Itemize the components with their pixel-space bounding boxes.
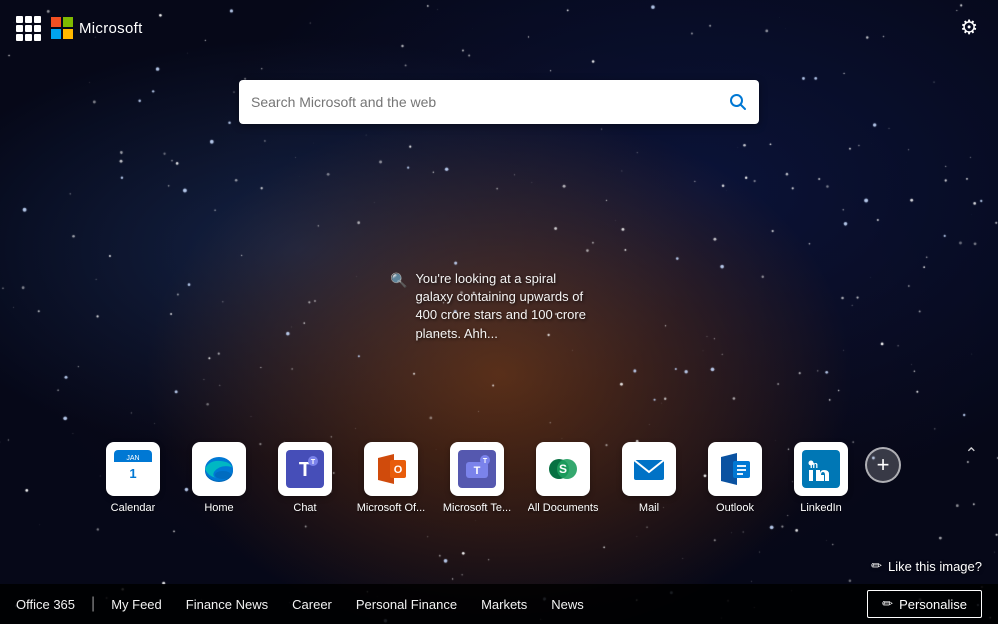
app-item-chat[interactable]: T T Chat [269, 442, 341, 514]
app-icon-home [192, 442, 246, 496]
sharepoint-svg-icon: S [544, 450, 582, 488]
svg-text:T: T [474, 465, 481, 477]
app-icon-msoffice: O [364, 442, 418, 496]
app-label-linkedin: LinkedIn [800, 502, 842, 514]
app-item-calendar[interactable]: 1 JAN Calendar [97, 442, 169, 514]
msteams-svg-icon: T T [458, 450, 496, 488]
app-icon-calendar: 1 JAN [106, 442, 160, 496]
ms-squares-icon [51, 17, 73, 39]
microsoft-label: Microsoft [79, 20, 143, 37]
settings-button[interactable]: ⚙ [956, 14, 982, 42]
footer-link-news[interactable]: News [539, 597, 596, 612]
microsoft-logo[interactable]: Microsoft [51, 17, 143, 39]
svg-text:T: T [483, 458, 488, 465]
app-icon-outlook [708, 442, 762, 496]
app-icon-chat: T T [278, 442, 332, 496]
app-label-mail: Mail [639, 502, 659, 514]
search-container [239, 80, 759, 124]
waffle-menu[interactable] [16, 16, 41, 41]
linkedin-svg-icon: in [802, 450, 840, 488]
footer-bar: Office 365 | My Feed Finance News Career… [0, 584, 998, 624]
footer-link-financenews[interactable]: Finance News [174, 597, 280, 612]
app-item-linkedin[interactable]: in LinkedIn [785, 442, 857, 514]
app-item-mail[interactable]: Mail [613, 442, 685, 514]
image-info-icon: 🔍 [390, 272, 407, 289]
app-icon-mail [622, 442, 676, 496]
search-input[interactable] [251, 94, 729, 110]
svg-text:S: S [559, 462, 567, 476]
pencil-icon-footer: ✏ [882, 596, 893, 612]
image-info-text: You're looking at a spiral galaxy contai… [415, 270, 590, 343]
footer-link-office365[interactable]: Office 365 [16, 597, 87, 612]
like-image-text: Like this image? [888, 559, 982, 574]
svg-text:O: O [394, 464, 403, 476]
collapse-button[interactable]: ⌃ [965, 444, 978, 464]
add-app-button[interactable]: + [865, 447, 901, 483]
app-icon-linkedin: in [794, 442, 848, 496]
svg-text:JAN: JAN [126, 455, 139, 462]
search-button[interactable] [729, 93, 747, 111]
footer-link-personalfinance[interactable]: Personal Finance [344, 597, 469, 612]
edge-svg-icon [200, 450, 238, 488]
pencil-icon: ✏ [871, 558, 882, 574]
app-item-home[interactable]: Home [183, 442, 255, 514]
msoffice-svg-icon: O [372, 450, 410, 488]
app-label-msteams: Microsoft Te... [443, 502, 511, 514]
footer-link-career[interactable]: Career [280, 597, 344, 612]
svg-text:T: T [311, 459, 316, 466]
app-icon-msteams: T T [450, 442, 504, 496]
footer-link-myfeed[interactable]: My Feed [99, 597, 174, 612]
app-item-msoffice[interactable]: O Microsoft Of... [355, 442, 427, 514]
personalise-label: Personalise [899, 597, 967, 612]
app-label-chat: Chat [293, 502, 316, 514]
app-label-calendar: Calendar [111, 502, 156, 514]
mail-svg-icon [630, 450, 668, 488]
app-label-sharepoint: All Documents [528, 502, 599, 514]
calendar-svg-icon: 1 JAN [114, 450, 152, 488]
app-icon-sharepoint: S [536, 442, 590, 496]
footer-link-markets[interactable]: Markets [469, 597, 539, 612]
outlook-svg-icon [716, 450, 754, 488]
app-item-outlook[interactable]: Outlook [699, 442, 771, 514]
personalise-button[interactable]: ✏ Personalise [867, 590, 982, 618]
app-item-msteams[interactable]: T T Microsoft Te... [441, 442, 513, 514]
footer-divider-1: | [87, 595, 99, 613]
image-info-tooltip[interactable]: 🔍 You're looking at a spiral galaxy cont… [390, 270, 590, 343]
svg-text:1: 1 [129, 466, 136, 481]
apps-grid: 1 JAN Calendar Home [97, 442, 857, 514]
app-item-sharepoint[interactable]: S All Documents [527, 442, 599, 514]
search-icon [729, 93, 747, 111]
search-bar [239, 80, 759, 124]
header-left: Microsoft [16, 16, 143, 41]
gear-icon: ⚙ [960, 18, 978, 38]
app-label-outlook: Outlook [716, 502, 754, 514]
apps-container: 1 JAN Calendar Home [97, 442, 901, 514]
header-bar: Microsoft ⚙ [0, 0, 998, 56]
teams-svg-icon: T T [286, 450, 324, 488]
like-image-button[interactable]: ✏ Like this image? [871, 558, 982, 574]
app-label-home: Home [204, 502, 233, 514]
app-label-msoffice: Microsoft Of... [357, 502, 425, 514]
